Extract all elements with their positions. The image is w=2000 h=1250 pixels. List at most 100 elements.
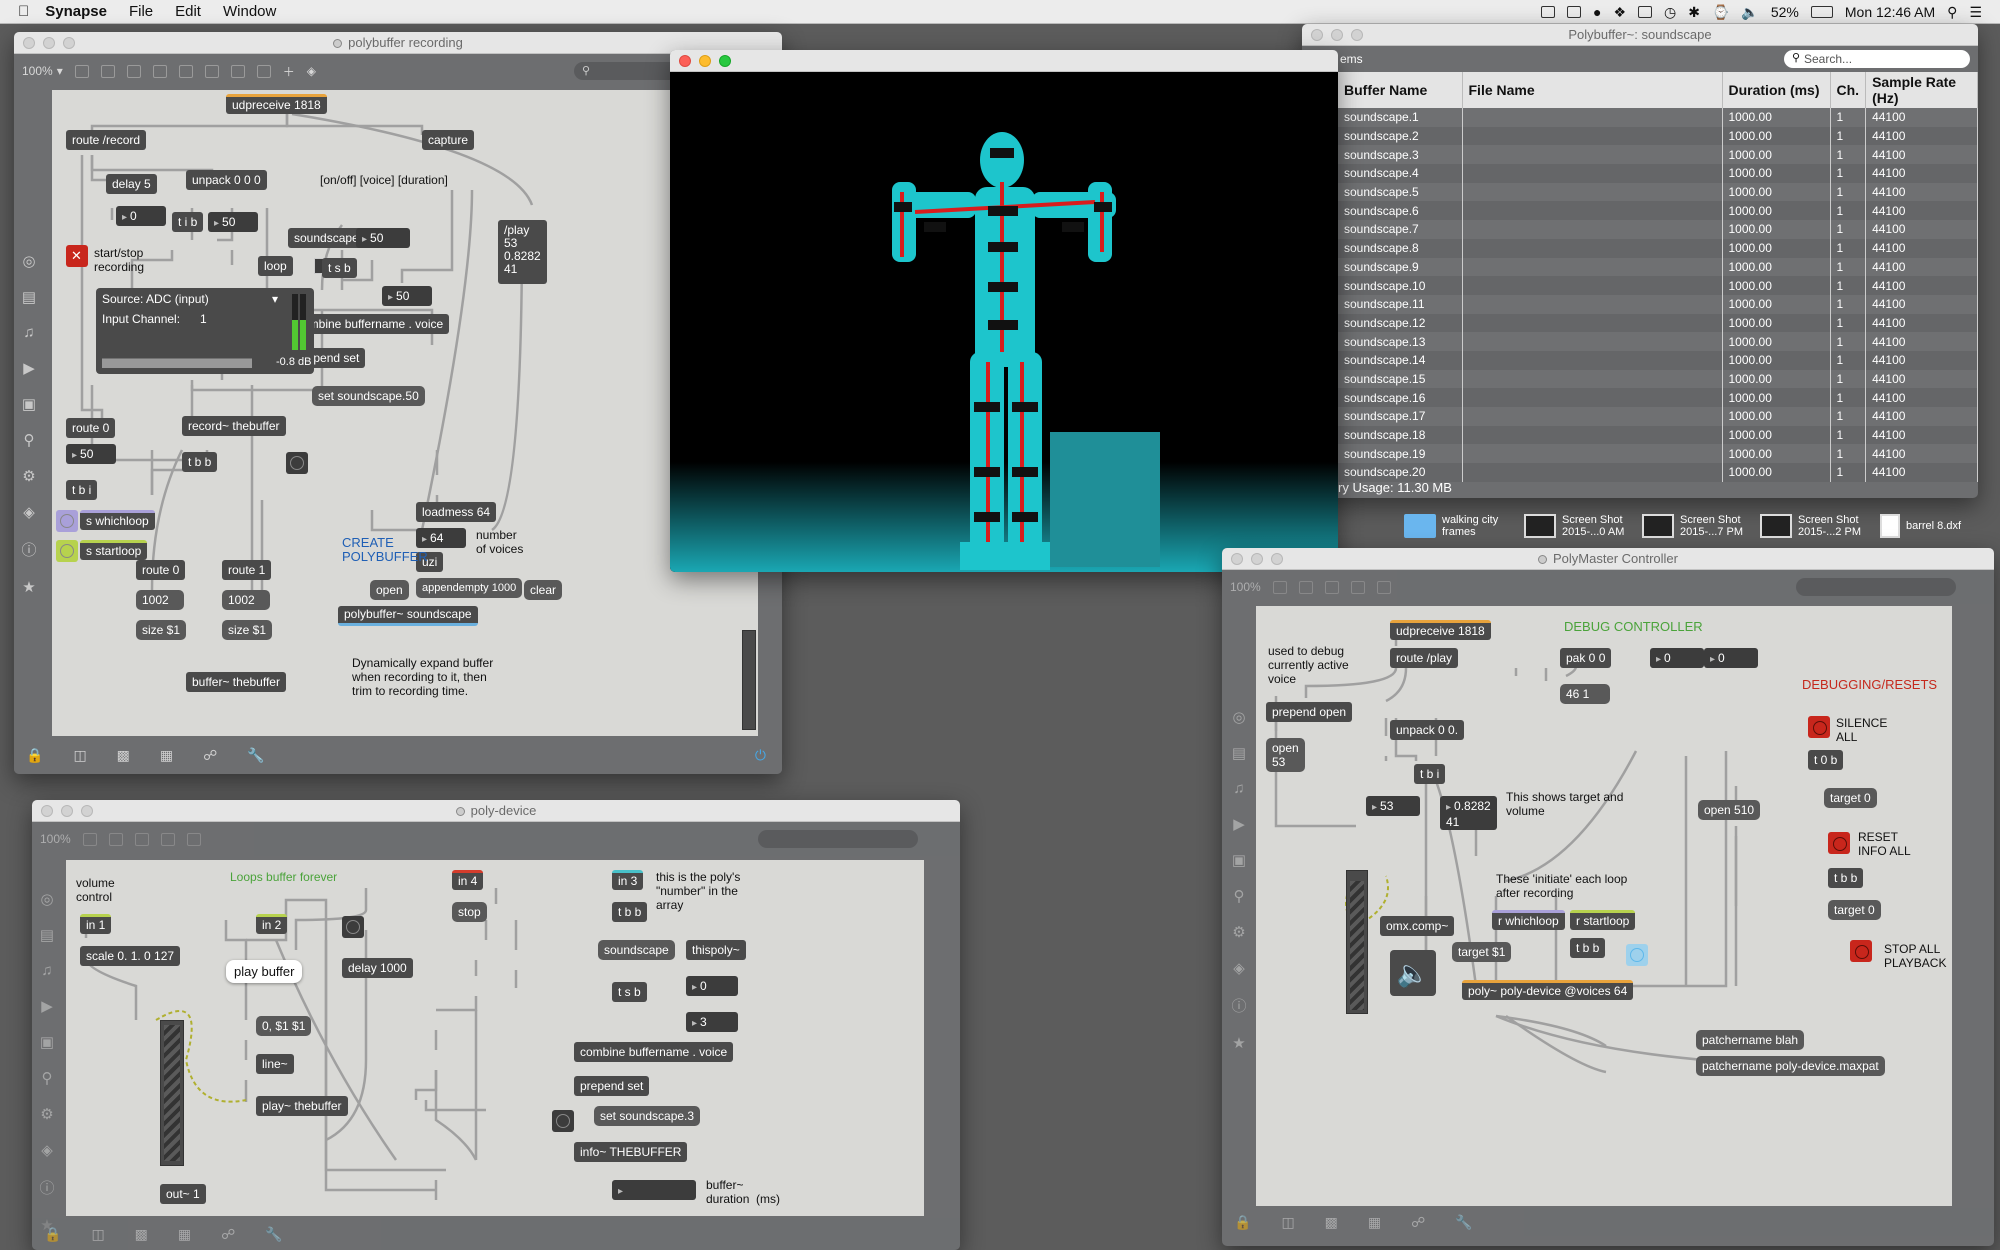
pak-object[interactable]: pak 0 0 — [1560, 648, 1612, 668]
target-icon[interactable]: ◎ — [40, 890, 53, 908]
close-button[interactable] — [1311, 29, 1323, 41]
snap-icon[interactable]: ☍ — [1411, 1214, 1425, 1231]
send-whichloop-object[interactable]: s whichloop — [80, 510, 155, 530]
lock-icon[interactable]: 🔒 — [1234, 1214, 1251, 1231]
desktop-item[interactable]: Screen Shot 2015-...7 PM — [1642, 514, 1743, 538]
new-view-icon[interactable]: ◫ — [91, 1226, 104, 1243]
dropbox-icon[interactable]: ❖ — [1613, 4, 1626, 21]
receive-whichloop-object[interactable]: r whichloop — [1492, 910, 1565, 930]
battery-text[interactable]: 52% — [1771, 4, 1799, 20]
image-icon[interactable]: ▣ — [1232, 851, 1246, 869]
spotlight-icon[interactable]: ⚲ — [1947, 4, 1957, 21]
table-row[interactable]: soundscape.4 1000.00 1 44100 — [1338, 164, 1978, 183]
adc-channel[interactable]: 1 — [200, 312, 207, 326]
tbb2-object[interactable]: t b b — [1570, 938, 1606, 958]
canvas-scrollbar[interactable] — [742, 630, 756, 730]
edit-menu[interactable]: Edit — [175, 3, 201, 20]
mixer-icon[interactable]: ▤ — [40, 926, 54, 944]
record-object[interactable]: record~ thebuffer — [182, 416, 286, 436]
set-soundscape-message[interactable]: set soundscape.50 — [312, 386, 425, 406]
paint-icon[interactable]: ◈ — [307, 64, 316, 78]
info-bang-button[interactable] — [552, 1110, 574, 1132]
delay-object[interactable]: delay 5 — [106, 174, 157, 194]
table-row[interactable]: soundscape.13 1000.00 1 44100 — [1338, 332, 1978, 351]
minimize-button[interactable] — [61, 805, 73, 817]
omx-comp-object[interactable]: omx.comp~ — [1380, 916, 1455, 936]
wrench-icon[interactable]: 🔧 — [247, 747, 264, 764]
zoom-button[interactable] — [63, 37, 75, 49]
table-row[interactable]: soundscape.19 1000.00 1 44100 — [1338, 444, 1978, 464]
lock-icon[interactable]: 🔒 — [44, 1226, 61, 1243]
paperclip-icon[interactable]: ⚲ — [42, 1069, 53, 1087]
table-row[interactable]: soundscape.20 1000.00 1 44100 — [1338, 463, 1978, 482]
line-object[interactable]: line~ — [256, 1054, 294, 1074]
number-box[interactable]: 0 — [1704, 648, 1758, 668]
volume-slider[interactable] — [1346, 870, 1368, 1014]
time-machine-icon[interactable]: ◷ — [1664, 4, 1676, 21]
minimize-button[interactable] — [1331, 29, 1343, 41]
soundscape-message[interactable]: soundscape — [598, 940, 675, 960]
plug-icon[interactable]: ⚙ — [22, 467, 35, 485]
vst-icon[interactable]: ◈ — [41, 1141, 53, 1159]
tbb-object[interactable]: t b b — [1828, 868, 1864, 888]
appendempty-message[interactable]: appendempty 1000 — [416, 578, 523, 598]
image-icon[interactable]: ▣ — [40, 1033, 54, 1051]
info-icon[interactable]: ⓘ — [21, 539, 36, 560]
whichloop-bang[interactable] — [56, 510, 78, 532]
new-number-icon[interactable] — [204, 64, 219, 78]
target-icon[interactable]: ◎ — [22, 252, 35, 270]
col-channels[interactable]: Ch. — [1830, 72, 1867, 108]
info-icon[interactable]: ⓘ — [1231, 995, 1246, 1016]
prepend-open-object[interactable]: prepend open — [1266, 702, 1353, 722]
star-icon[interactable]: ★ — [22, 578, 35, 596]
table-row[interactable]: soundscape.18 1000.00 1 44100 — [1338, 425, 1978, 445]
patchername-blah-message[interactable]: patchername blah — [1696, 1030, 1805, 1050]
new-button-icon[interactable] — [160, 832, 175, 846]
presentation-icon[interactable]: ▩ — [117, 747, 130, 764]
poly-object[interactable]: poly~ poly-device @voices 64 — [1462, 980, 1634, 1000]
tsb-object[interactable]: t s b — [612, 982, 647, 1002]
new-slider-icon[interactable] — [230, 64, 245, 78]
star-icon[interactable]: ★ — [1232, 1034, 1245, 1052]
patch-search-input[interactable]: ⚲ — [574, 62, 684, 80]
zoom-button[interactable] — [1271, 553, 1283, 565]
new-toggle-icon[interactable] — [178, 64, 193, 78]
outlet-object[interactable]: out~ 1 — [160, 1184, 206, 1204]
line-message[interactable]: 0, $1 $1 — [256, 1016, 312, 1036]
music-icon[interactable]: ♫ — [41, 962, 52, 979]
presentation-icon[interactable]: ▩ — [1325, 1214, 1338, 1231]
number-box[interactable]: 0 — [1650, 648, 1704, 668]
capture-object[interactable]: capture — [422, 130, 475, 150]
new-button-icon[interactable] — [152, 64, 167, 78]
table-row[interactable]: soundscape.3 1000.00 1 44100 — [1338, 145, 1978, 165]
clear-message[interactable]: clear — [524, 580, 563, 600]
app-menu[interactable]: Synapse — [45, 3, 107, 20]
notification-center-icon[interactable]: ☰ — [1969, 4, 1982, 21]
close-button[interactable] — [679, 55, 691, 67]
unpack-object[interactable]: unpack 0 0. — [1390, 720, 1465, 740]
wrench-icon[interactable]: 🔧 — [1455, 1214, 1472, 1231]
grid-icon[interactable]: ▦ — [1368, 1214, 1381, 1231]
creative-cloud-icon[interactable]: ● — [1593, 4, 1601, 20]
new-toggle-icon[interactable] — [186, 832, 201, 846]
inlet-1-object[interactable]: in 1 — [80, 914, 112, 934]
mixer-icon[interactable]: ▤ — [22, 288, 36, 306]
patchername-device-message[interactable]: patchername poly-device.maxpat — [1696, 1056, 1885, 1076]
number-box[interactable]: 50 — [356, 228, 410, 248]
new-comment-icon[interactable] — [134, 832, 149, 846]
tbi-object[interactable]: t b i — [1414, 764, 1446, 784]
search-input[interactable]: Search... — [1784, 50, 1970, 68]
patch-search-input[interactable] — [758, 830, 918, 848]
table-row[interactable]: soundscape.10 1000.00 1 44100 — [1338, 276, 1978, 295]
loadmess-object[interactable]: loadmess 64 — [416, 502, 497, 522]
clock[interactable]: Mon 12:46 AM — [1845, 4, 1935, 20]
route-play-object[interactable]: route /play — [1390, 648, 1459, 668]
route-0b-object[interactable]: route 0 — [136, 560, 186, 580]
tsb-object[interactable]: t s b — [322, 258, 357, 278]
target-1-message[interactable]: target $1 — [1452, 942, 1512, 962]
startloop-bang[interactable] — [1626, 944, 1648, 966]
minimize-button[interactable] — [699, 55, 711, 67]
add-icon[interactable]: ＋ — [283, 63, 295, 80]
sequence-icon[interactable]: ▶ — [41, 997, 53, 1015]
sequence-icon[interactable]: ▶ — [1233, 815, 1245, 833]
